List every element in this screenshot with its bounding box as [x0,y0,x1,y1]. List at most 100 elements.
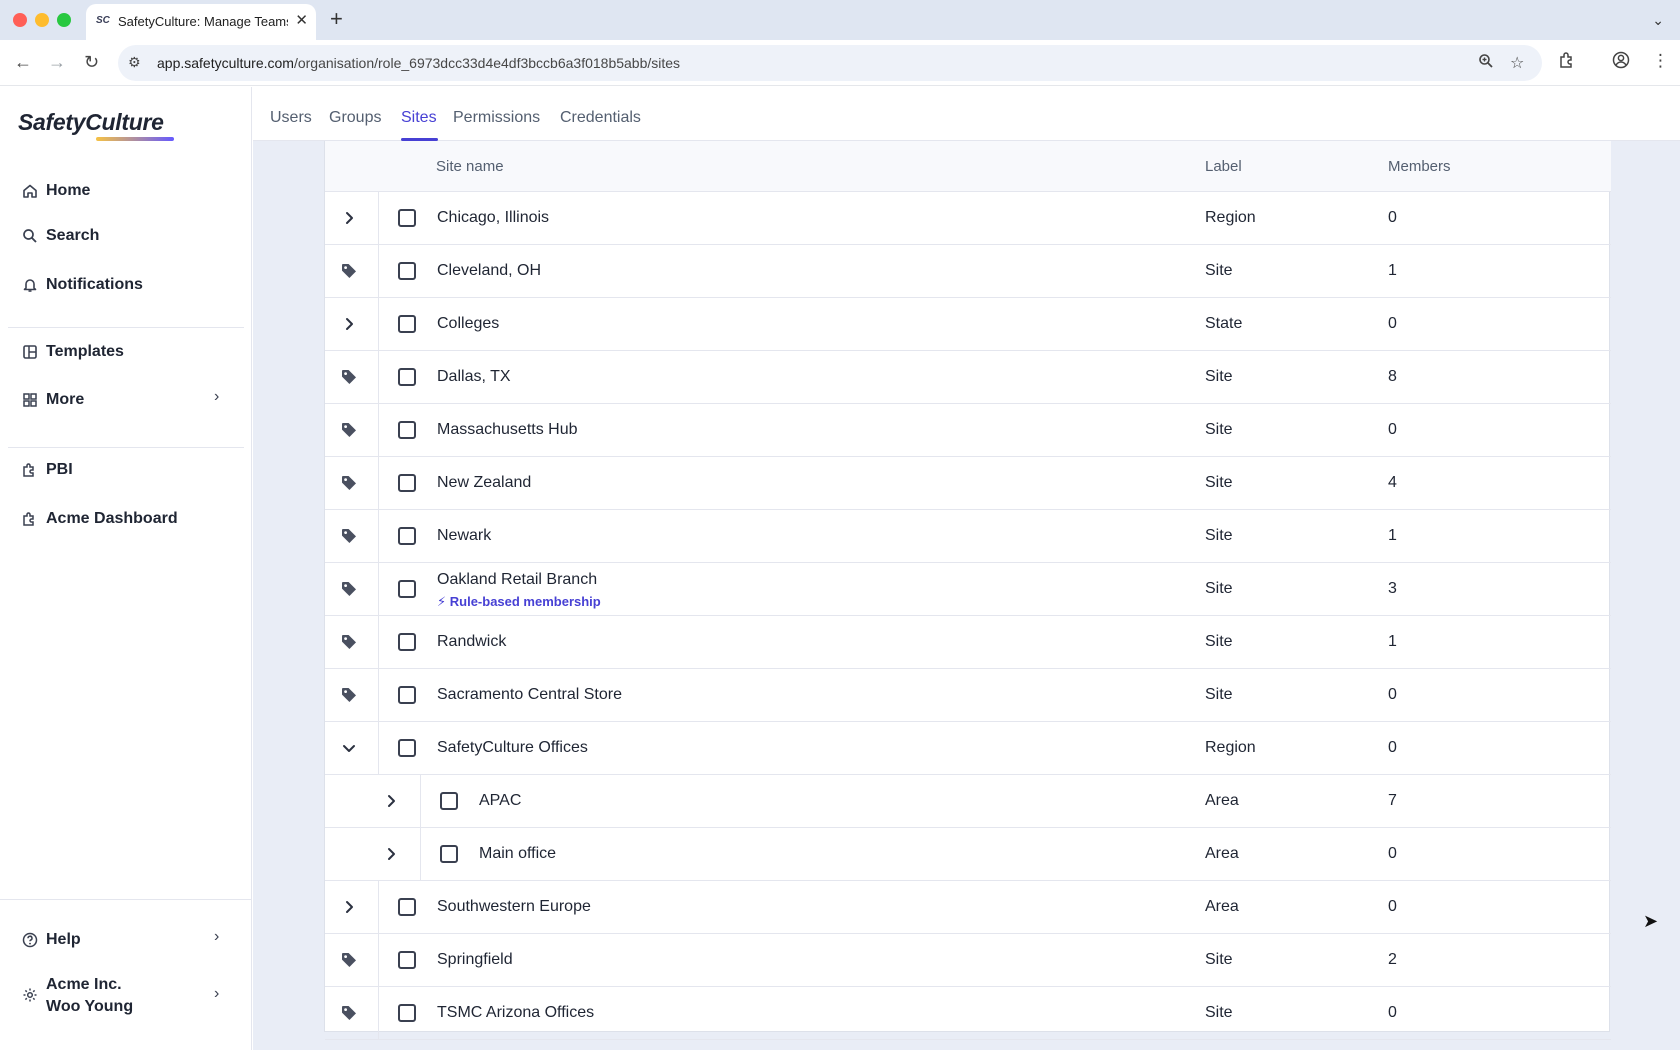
rule-based-membership-link[interactable]: ⚡ Rule-based membership [437,594,601,610]
sidebar-item-account[interactable]: Acme Inc. Woo Young [22,974,133,1018]
site-members: 1 [1388,633,1397,650]
chevron-right-icon[interactable] [339,897,359,917]
table-row[interactable]: Main office Area 0 [325,828,1611,881]
tab-credentials[interactable]: Credentials [560,109,641,127]
table-row[interactable]: SafetyCulture Offices Region 0 [325,722,1611,775]
profile-icon[interactable] [1612,51,1630,74]
row-checkbox[interactable] [398,209,416,227]
row-checkbox[interactable] [398,1004,416,1022]
row-checkbox[interactable] [398,633,416,651]
row-checkbox[interactable] [440,792,458,810]
site-name[interactable]: Sacramento Central Store [437,686,622,704]
bookmark-star-icon[interactable]: ☆ [1510,53,1524,73]
forward-button[interactable]: → [48,52,66,73]
row-checkbox[interactable] [398,368,416,386]
table-row[interactable]: Southwestern Europe Area 0 [325,881,1611,934]
sidebar-item-search[interactable]: Search [22,223,99,249]
site-name[interactable]: Dallas, TX [437,368,511,386]
url-text[interactable]: app.safetyculture.com/organisation/role_… [157,55,680,71]
tab-sites[interactable]: Sites [401,109,437,127]
table-row[interactable]: Oakland Retail Branch ⚡ Rule-based member… [325,563,1611,616]
sidebar-item-help[interactable]: Help [22,927,81,953]
table-row[interactable]: Massachusetts Hub Site 0 [325,404,1611,457]
site-name[interactable]: Randwick [437,633,506,651]
row-checkbox[interactable] [398,315,416,333]
table-row[interactable]: APAC Area 7 [325,775,1611,828]
site-name[interactable]: Cleveland, OH [437,262,541,280]
sidebar-item-templates[interactable]: Templates [22,339,124,365]
tag-icon [339,1003,359,1023]
extensions-icon[interactable] [1558,51,1576,74]
row-checkbox[interactable] [398,951,416,969]
table-row[interactable]: Sacramento Central Store Site 0 [325,669,1611,722]
sites-table: Site name Label Members Chicago, Illinoi… [324,141,1611,1040]
site-name[interactable]: TSMC Arizona Offices [437,1004,594,1022]
row-checkbox[interactable] [440,845,458,863]
chevron-right-icon[interactable] [339,208,359,228]
site-name[interactable]: Oakland Retail Branch [437,571,597,589]
chevron-right-icon[interactable] [381,844,401,864]
chevron-right-icon[interactable] [381,791,401,811]
site-name[interactable]: Southwestern Europe [437,898,591,916]
row-checkbox[interactable] [398,686,416,704]
row-checkbox[interactable] [398,262,416,280]
row-checkbox[interactable] [398,474,416,492]
table-row[interactable]: TSMC Arizona Offices Site 0 [325,987,1611,1040]
site-name[interactable]: New Zealand [437,474,531,492]
column-header-site-name[interactable]: Site name [436,158,504,175]
row-divider [378,298,379,351]
site-name[interactable]: Massachusetts Hub [437,421,578,439]
table-row[interactable]: Springfield Site 2 [325,934,1611,987]
sidebar-item-more[interactable]: More [22,387,84,413]
back-button[interactable]: ← [14,52,32,73]
sidebar-item-acme-dashboard[interactable]: Acme Dashboard [22,506,178,532]
table-row[interactable]: Cleveland, OH Site 1 [325,245,1611,298]
site-name[interactable]: APAC [479,792,521,810]
site-label: Site [1205,633,1233,650]
window-zoom-button[interactable] [57,13,71,27]
site-settings-icon[interactable]: ⚙ [128,54,141,71]
browser-menu-icon[interactable]: ⋮ [1652,51,1669,71]
tab-groups[interactable]: Groups [329,109,381,127]
tab-users[interactable]: Users [270,109,312,127]
table-row[interactable]: Dallas, TX Site 8 [325,351,1611,404]
site-name[interactable]: SafetyCulture Offices [437,739,588,757]
table-row[interactable]: New Zealand Site 4 [325,457,1611,510]
sidebar-item-pbi[interactable]: PBI [22,457,73,483]
row-checkbox[interactable] [398,421,416,439]
bell-icon [22,277,38,293]
chevron-down-icon[interactable] [339,738,359,758]
reload-button[interactable]: ↻ [84,52,99,73]
site-name[interactable]: Chicago, Illinois [437,209,549,227]
address-bar[interactable]: ⚙ app.safetyculture.com/organisation/rol… [118,45,1542,81]
browser-tab[interactable]: SC SafetyCulture: Manage Teams ✕ [86,4,316,40]
site-name[interactable]: Newark [437,527,491,545]
sidebar-item-notifications[interactable]: Notifications [22,272,143,298]
table-row[interactable]: Colleges State 0 [325,298,1611,351]
column-header-members[interactable]: Members [1388,158,1451,175]
table-row[interactable]: Randwick Site 1 [325,616,1611,669]
row-checkbox[interactable] [398,527,416,545]
window-close-button[interactable] [13,13,27,27]
table-row[interactable]: Newark Site 1 [325,510,1611,563]
puzzle-icon [22,462,38,478]
chevron-right-icon[interactable] [339,314,359,334]
row-checkbox[interactable] [398,739,416,757]
row-checkbox[interactable] [398,580,416,598]
tab-search-chevron-icon[interactable]: ⌄ [1652,12,1664,29]
row-checkbox[interactable] [398,898,416,916]
search-icon [22,228,38,244]
safetyculture-logo[interactable]: SafetyCulture [18,109,164,136]
tab-close-icon[interactable]: ✕ [295,11,308,29]
sidebar-item-home[interactable]: Home [22,178,90,204]
row-divider [420,775,421,828]
table-row[interactable]: Chicago, Illinois Region 0 [325,192,1611,245]
tab-permissions[interactable]: Permissions [453,109,540,127]
window-minimize-button[interactable] [35,13,49,27]
site-name[interactable]: Springfield [437,951,513,969]
new-tab-button[interactable]: + [330,6,343,32]
column-header-label[interactable]: Label [1205,158,1242,175]
zoom-icon[interactable] [1478,53,1494,74]
site-name[interactable]: Colleges [437,315,499,333]
site-name[interactable]: Main office [479,845,556,863]
